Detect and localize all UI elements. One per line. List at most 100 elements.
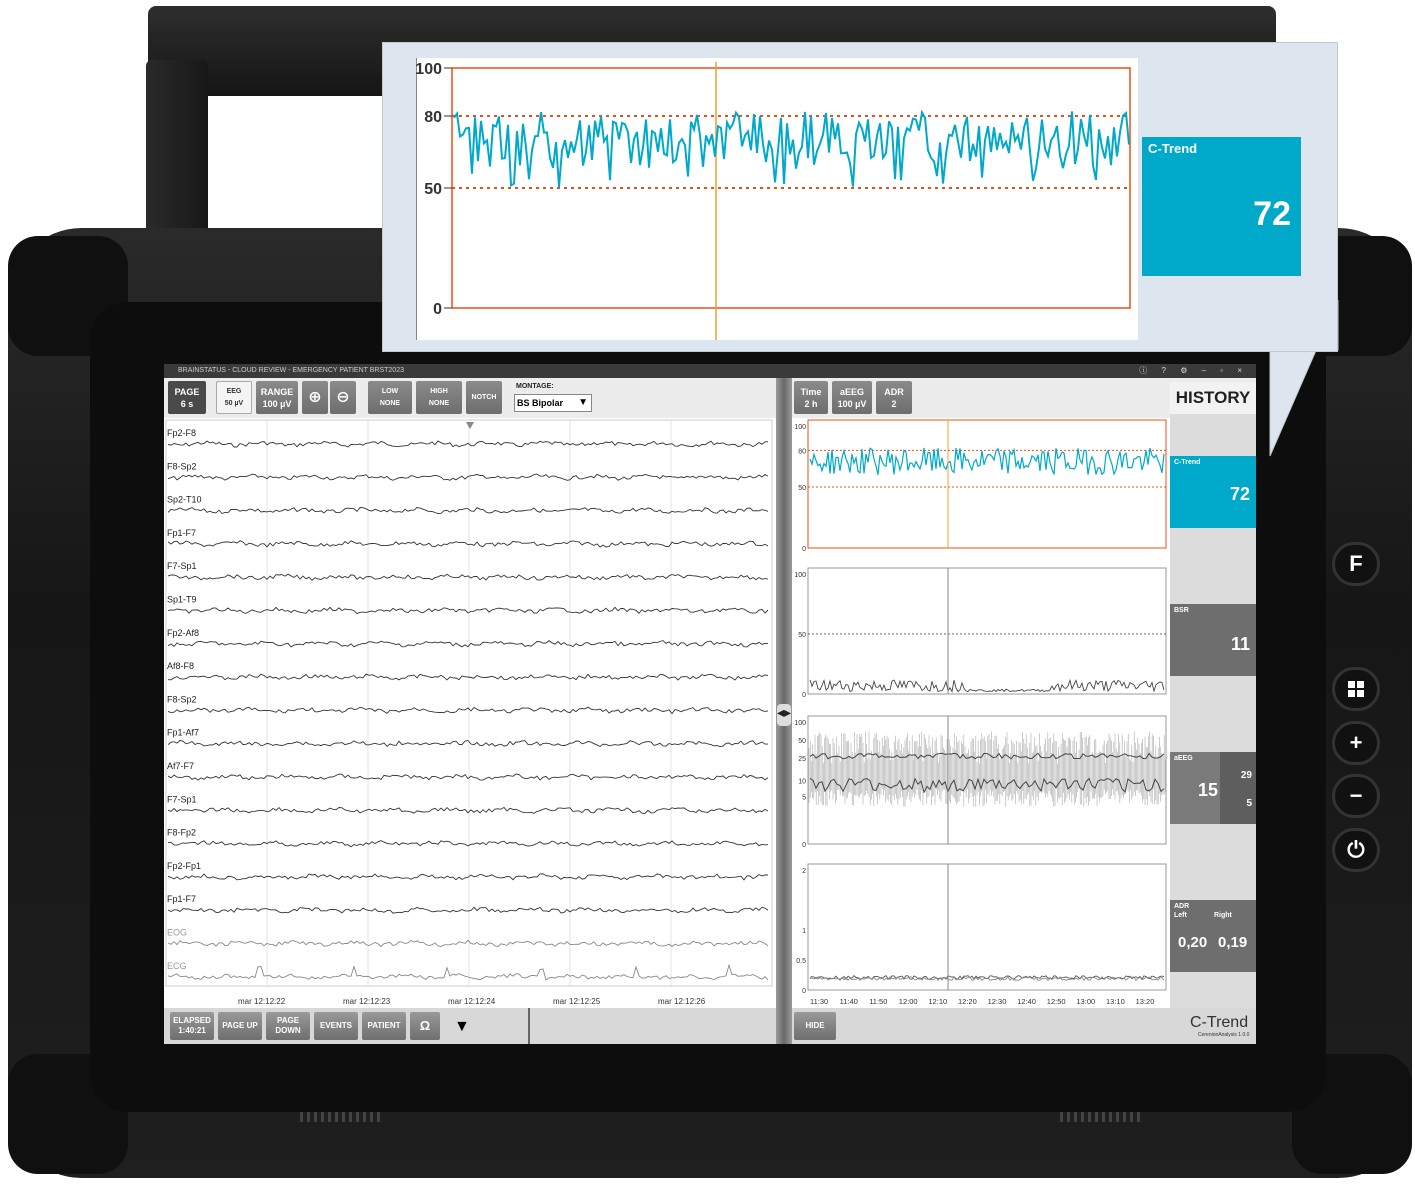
high-filter-button[interactable]: HIGH NONE	[416, 381, 462, 414]
adr-tile[interactable]: ADR Left Right 0,20 0,19	[1170, 900, 1256, 972]
trend-time-label: 12:20	[958, 997, 977, 1006]
elapsed-button[interactable]: ELAPSED 1:40:21	[170, 1012, 214, 1040]
eeg-trace	[167, 773, 769, 781]
trend-ytick: 25	[798, 756, 806, 763]
eeg-trace	[167, 540, 769, 548]
trend-frame	[807, 567, 1167, 695]
zoom-ytick: 0	[433, 301, 442, 318]
windows-key-icon[interactable]	[1332, 667, 1380, 711]
chevron-down-icon: ▼	[578, 397, 588, 408]
eeg-traces-panel[interactable]: Fp2-F8 F8-Sp2 Sp2-T10 Fp1-F7 F7-Sp1 Sp1-T9 Fp2…	[164, 418, 776, 1008]
adr-scale-button[interactable]: ADR 2	[876, 381, 912, 414]
time-tick-label: mar 12:12:24	[448, 997, 496, 1006]
trend-ytick: 0	[802, 692, 806, 699]
power-icon[interactable]: ⏻	[1332, 828, 1380, 872]
separator	[528, 1008, 530, 1044]
trend-frame	[807, 863, 1167, 991]
volume-down-icon[interactable]: −	[1332, 774, 1380, 818]
page-down-button[interactable]: PAGE DOWN	[266, 1012, 310, 1040]
trend-ytick: 1	[802, 928, 806, 935]
trend-charts-panel[interactable]: 0 50 80 100 0 50 100 0 5 10 25 50 100 0 0.5 1 2 11:30 11:…	[792, 418, 1170, 1008]
eeg-trace	[167, 806, 769, 814]
speaker-grille	[300, 1112, 380, 1122]
range-button[interactable]: RANGE 100 µV	[256, 381, 298, 414]
trend-time-label: 13:00	[1076, 997, 1095, 1006]
eeg-trace	[167, 473, 769, 481]
aeeg-range-box: 29 5	[1220, 752, 1256, 824]
channel-label: F7-Sp1	[167, 794, 197, 804]
eeg-trace	[167, 939, 769, 948]
trend-ytick: 5	[802, 795, 806, 802]
expand-down-icon[interactable]: ▼	[454, 1018, 470, 1036]
trend-ytick: 50	[798, 485, 806, 492]
channel-label: ECG	[167, 961, 187, 971]
channel-label: Fp1-F7	[167, 894, 196, 904]
ctrend-zoom-plot: 100 80 50 0	[415, 58, 1131, 340]
channel-label: F8-Sp2	[167, 461, 197, 471]
trend-time-label: 12:40	[1017, 997, 1036, 1006]
events-button[interactable]: EVENTS	[314, 1012, 358, 1040]
montage-select[interactable]: BS Bipolar ▼	[514, 394, 592, 412]
trend-bottombar: HIDE	[792, 1008, 1256, 1044]
cursor-marker-icon[interactable]	[466, 422, 474, 429]
eeg-scale-button[interactable]: EEG 50 µV	[216, 381, 252, 414]
window-controls[interactable]: ⓘ ? ⚙ – ▫ ×	[1139, 364, 1248, 378]
channel-label: Fp2-Fp1	[167, 861, 201, 871]
channel-label: F8-Sp2	[167, 694, 197, 704]
zoom-ytick: 50	[424, 181, 442, 198]
trend-ytick: 0	[802, 842, 806, 849]
trend-ytick: 100	[794, 424, 806, 431]
channel-label: Sp2-T10	[167, 495, 202, 505]
history-button[interactable]: HISTORY	[1170, 382, 1256, 414]
time-button[interactable]: Time 2 h	[794, 381, 828, 414]
aeeg-scale-button[interactable]: aEEG 100 µV	[832, 381, 872, 414]
eeg-trace	[167, 640, 769, 648]
time-tick-label: mar 12:12:26	[658, 997, 706, 1006]
handle-arm-left	[146, 60, 208, 248]
trend-ytick: 50	[798, 632, 806, 639]
trend-frame	[807, 419, 1167, 549]
page-up-button[interactable]: PAGE UP	[218, 1012, 262, 1040]
eeg-trace	[167, 873, 768, 881]
channel-label: Af8-F8	[167, 661, 194, 671]
channel-label: Af7-F7	[167, 761, 194, 771]
trend-time-label: 12:50	[1047, 997, 1066, 1006]
zoom-ytick: 80	[424, 109, 442, 126]
eeg-trace	[167, 740, 768, 748]
zoom-out-icon[interactable]: ⊖	[330, 381, 356, 414]
aeeg-tile[interactable]: aEEG µV 29 5 15	[1170, 752, 1256, 824]
channel-label: Fp1-Af7	[167, 728, 199, 738]
volume-up-icon[interactable]: +	[1332, 721, 1380, 765]
trend-ytick: 0	[802, 546, 806, 553]
function-key-icon[interactable]: F	[1332, 542, 1380, 586]
low-filter-button[interactable]: LOW NONE	[368, 381, 412, 414]
panel-splitter[interactable]: ◂▸	[776, 378, 792, 1044]
ctrend-tile[interactable]: C-Trend 72	[1170, 456, 1256, 528]
eeg-trace	[167, 840, 769, 848]
trend-time-label: 12:30	[988, 997, 1007, 1006]
eeg-bottombar: ELAPSED 1:40:21 PAGE UP PAGE DOWN EVENTS…	[164, 1008, 776, 1044]
eeg-trace	[167, 906, 769, 914]
eeg-trace	[167, 706, 769, 715]
window-titlebar: BRAINSTATUS - CLOUD REVIEW - EMERGENCY P…	[164, 364, 1256, 378]
trend-ytick: 0	[802, 988, 806, 995]
time-tick-label: mar 12:12:23	[343, 997, 391, 1006]
trend-charts: 0 50 80 100 0 50 100 0 5 10 25 50 100 0 0.5 1 2 11:30 11:…	[794, 419, 1167, 1006]
trend-time-label: 12:10	[928, 997, 947, 1006]
ctrend-logo: C-Trend CerenionAnalysis 1.0.0	[1190, 1014, 1250, 1038]
notch-button[interactable]: NOTCH	[466, 381, 502, 414]
hide-button[interactable]: HIDE	[794, 1012, 836, 1040]
zoom-in-icon[interactable]: ⊕	[302, 381, 328, 414]
splitter-grip-icon[interactable]: ◂▸	[777, 704, 791, 726]
bsr-tile[interactable]: BSR 11	[1170, 604, 1256, 676]
zoom-ytick: 100	[416, 61, 442, 78]
page-button[interactable]: PAGE 6 s	[168, 381, 206, 414]
omega-button[interactable]: Ω	[410, 1012, 440, 1040]
trend-time-label: 11:30	[810, 997, 828, 1006]
channel-label: Fp2-Af8	[167, 628, 199, 638]
channel-label: Fp1-F7	[167, 528, 196, 538]
trend-ytick: 50	[798, 738, 806, 745]
trend-ytick: 2	[802, 868, 806, 875]
speaker-grille	[1060, 1112, 1140, 1122]
patient-button[interactable]: PATIENT	[362, 1012, 406, 1040]
